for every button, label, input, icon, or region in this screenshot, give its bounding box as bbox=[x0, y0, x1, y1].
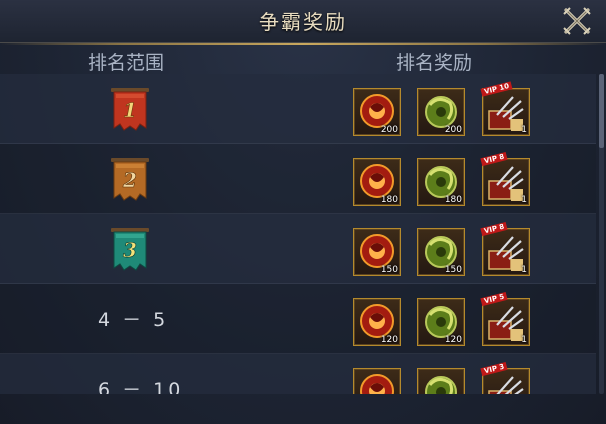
reward-list[interactable]: 1 200 200 VIP 10 1 2 180 180 VIP 8 1 3 1… bbox=[0, 74, 596, 394]
red-gem-icon bbox=[360, 374, 394, 394]
reward-item[interactable]: 120 bbox=[417, 298, 465, 346]
green-dragon-coin-icon bbox=[425, 376, 457, 394]
reward-quantity: 120 bbox=[380, 335, 398, 345]
reward-quantity: 150 bbox=[444, 265, 462, 275]
reward-item[interactable]: VIP 8 1 bbox=[480, 151, 530, 206]
reward-quantity: 180 bbox=[380, 195, 398, 205]
reward-item[interactable]: VIP 10 1 bbox=[480, 81, 530, 136]
reward-quantity: 200 bbox=[380, 125, 398, 135]
scrollbar-thumb[interactable] bbox=[599, 74, 604, 148]
rank-banner-icon: 2 bbox=[111, 158, 149, 201]
reward-item[interactable]: VIP 5 1 bbox=[480, 291, 530, 346]
rank-range-text: 6 － 10 bbox=[98, 379, 184, 394]
reward-item[interactable]: 150 bbox=[417, 228, 465, 276]
reward-item[interactable]: 200 bbox=[353, 88, 401, 136]
scrollbar[interactable] bbox=[599, 74, 604, 394]
rank-number: 1 bbox=[123, 98, 137, 122]
reward-quantity: 1 bbox=[521, 125, 527, 135]
rank-banner-icon: 1 bbox=[111, 88, 149, 131]
ranking-rewards-panel: 争霸奖励 排名范围 排名奖励 1 200 200 VIP 10 1 2 180 … bbox=[0, 0, 606, 424]
close-icon bbox=[563, 7, 591, 35]
reward-row-2: 2 180 180 VIP 8 1 bbox=[0, 144, 596, 214]
title-bar: 争霸奖励 bbox=[0, 0, 606, 45]
reward-quantity: 150 bbox=[380, 265, 398, 275]
panel-title: 争霸奖励 bbox=[259, 10, 347, 34]
reward-row-4: 4 － 5 120 120 VIP 5 1 bbox=[0, 284, 596, 354]
close-button[interactable] bbox=[562, 6, 592, 36]
reward-item[interactable]: VIP 8 1 bbox=[480, 221, 530, 276]
reward-item[interactable] bbox=[417, 368, 465, 394]
rank-number: 3 bbox=[123, 238, 137, 262]
reward-row-1: 1 200 200 VIP 10 1 bbox=[0, 74, 596, 144]
reward-item[interactable]: 120 bbox=[353, 298, 401, 346]
reward-row-3: 3 150 150 VIP 8 1 bbox=[0, 214, 596, 284]
reward-quantity: 180 bbox=[444, 195, 462, 205]
reward-item[interactable]: VIP 3 bbox=[480, 361, 530, 394]
reward-quantity: 1 bbox=[521, 335, 527, 345]
reward-quantity: 200 bbox=[444, 125, 462, 135]
reward-row-5: 6 － 10 VIP 3 bbox=[0, 354, 596, 394]
rank-number: 2 bbox=[122, 168, 137, 192]
reward-item[interactable]: 200 bbox=[417, 88, 465, 136]
rank-range-header: 排名范围 bbox=[88, 52, 165, 74]
reward-item[interactable]: 180 bbox=[353, 158, 401, 206]
reward-item[interactable]: 180 bbox=[417, 158, 465, 206]
reward-quantity: 1 bbox=[521, 265, 527, 275]
reward-item[interactable] bbox=[353, 368, 401, 394]
rank-range-text: 4 － 5 bbox=[98, 309, 169, 331]
rank-reward-header: 排名奖励 bbox=[396, 52, 473, 74]
rank-banner-icon: 3 bbox=[111, 228, 149, 271]
reward-quantity: 120 bbox=[444, 335, 462, 345]
reward-quantity: 1 bbox=[521, 195, 527, 205]
reward-item[interactable]: 150 bbox=[353, 228, 401, 276]
